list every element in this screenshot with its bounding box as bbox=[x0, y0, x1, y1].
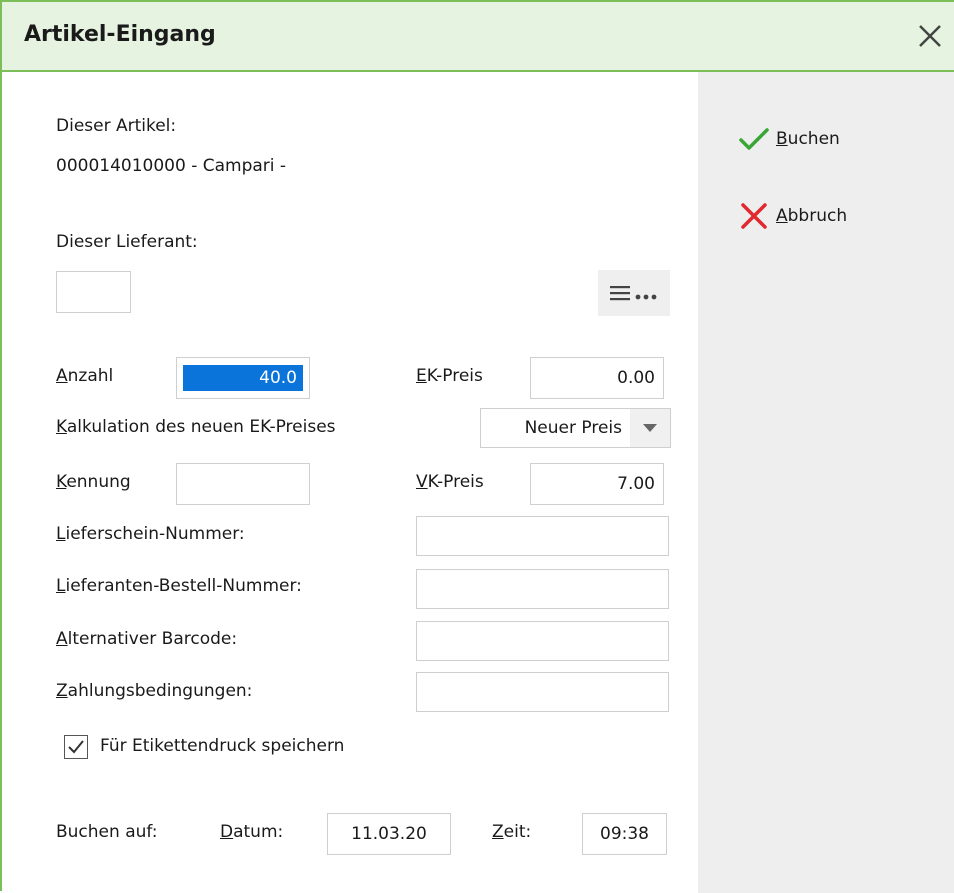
dialog-title: Artikel-Eingang bbox=[24, 22, 216, 47]
booking-label: Buchen auf: bbox=[56, 822, 158, 842]
buchen-button[interactable]: Buchen bbox=[738, 124, 840, 154]
action-panel: Buchen Abbruch bbox=[698, 72, 954, 893]
close-button[interactable] bbox=[912, 18, 948, 54]
ek-preis-label: EK-Preis bbox=[416, 366, 483, 386]
ek-preis-value: 0.00 bbox=[617, 368, 655, 388]
menu-more-icon bbox=[610, 286, 657, 301]
etikett-label: Für Etikettendruck speichern bbox=[100, 736, 345, 756]
etikett-checkbox[interactable] bbox=[64, 735, 88, 759]
kalkulation-selected: Neuer Preis bbox=[524, 418, 622, 438]
datum-input[interactable]: 11.03.20 bbox=[327, 813, 451, 855]
title-bar: Artikel-Eingang bbox=[2, 2, 954, 72]
article-value: 000014010000 - Campari - bbox=[56, 156, 287, 176]
kalkulation-dropdown[interactable]: Neuer Preis bbox=[480, 408, 671, 448]
kennung-input[interactable] bbox=[176, 463, 310, 505]
zahlung-label: Zahlungsbedingungen: bbox=[56, 681, 253, 701]
close-icon bbox=[919, 25, 941, 47]
datum-label: Datum: bbox=[220, 822, 284, 842]
zeit-label: Zeit: bbox=[492, 822, 532, 842]
bestellnummer-label: Lieferanten-Bestell-Nummer: bbox=[56, 576, 302, 596]
vk-preis-value: 7.00 bbox=[617, 474, 655, 494]
lieferschein-label: Lieferschein-Nummer: bbox=[56, 524, 245, 544]
anzahl-value: 40.0 bbox=[183, 365, 303, 391]
barcode-label: Alternativer Barcode: bbox=[56, 629, 238, 649]
supplier-field[interactable] bbox=[56, 271, 131, 313]
barcode-input[interactable] bbox=[416, 621, 669, 661]
vk-preis-label: VK-Preis bbox=[416, 472, 484, 492]
anzahl-label: Anzahl bbox=[56, 366, 114, 386]
vk-preis-input[interactable]: 7.00 bbox=[530, 463, 664, 505]
checkmark-icon bbox=[739, 128, 769, 150]
supplier-menu-button[interactable] bbox=[598, 270, 670, 316]
checkmark-icon bbox=[68, 740, 84, 754]
ek-preis-input[interactable]: 0.00 bbox=[530, 357, 664, 399]
buchen-label: Buchen bbox=[776, 129, 840, 149]
anzahl-input[interactable]: 40.0 bbox=[176, 357, 310, 399]
zeit-input[interactable]: 09:38 bbox=[582, 813, 667, 855]
dialog-window: Artikel-Eingang Dieser Artikel: 00001401… bbox=[0, 0, 954, 893]
cross-icon bbox=[741, 203, 767, 229]
abbruch-button[interactable]: Abbruch bbox=[738, 201, 847, 231]
article-label: Dieser Artikel: bbox=[56, 116, 177, 136]
kalkulation-label: Kalkulation des neuen EK-Preises bbox=[56, 417, 336, 437]
kennung-label: Kennung bbox=[56, 472, 131, 492]
lieferschein-input[interactable] bbox=[416, 516, 669, 556]
abbruch-label: Abbruch bbox=[776, 206, 848, 226]
zeit-value: 09:38 bbox=[600, 824, 649, 844]
datum-value: 11.03.20 bbox=[351, 824, 427, 844]
supplier-label: Dieser Lieferant: bbox=[56, 232, 198, 252]
zahlung-input[interactable] bbox=[416, 672, 669, 712]
chevron-down-icon bbox=[630, 409, 670, 447]
bestellnummer-input[interactable] bbox=[416, 569, 669, 609]
